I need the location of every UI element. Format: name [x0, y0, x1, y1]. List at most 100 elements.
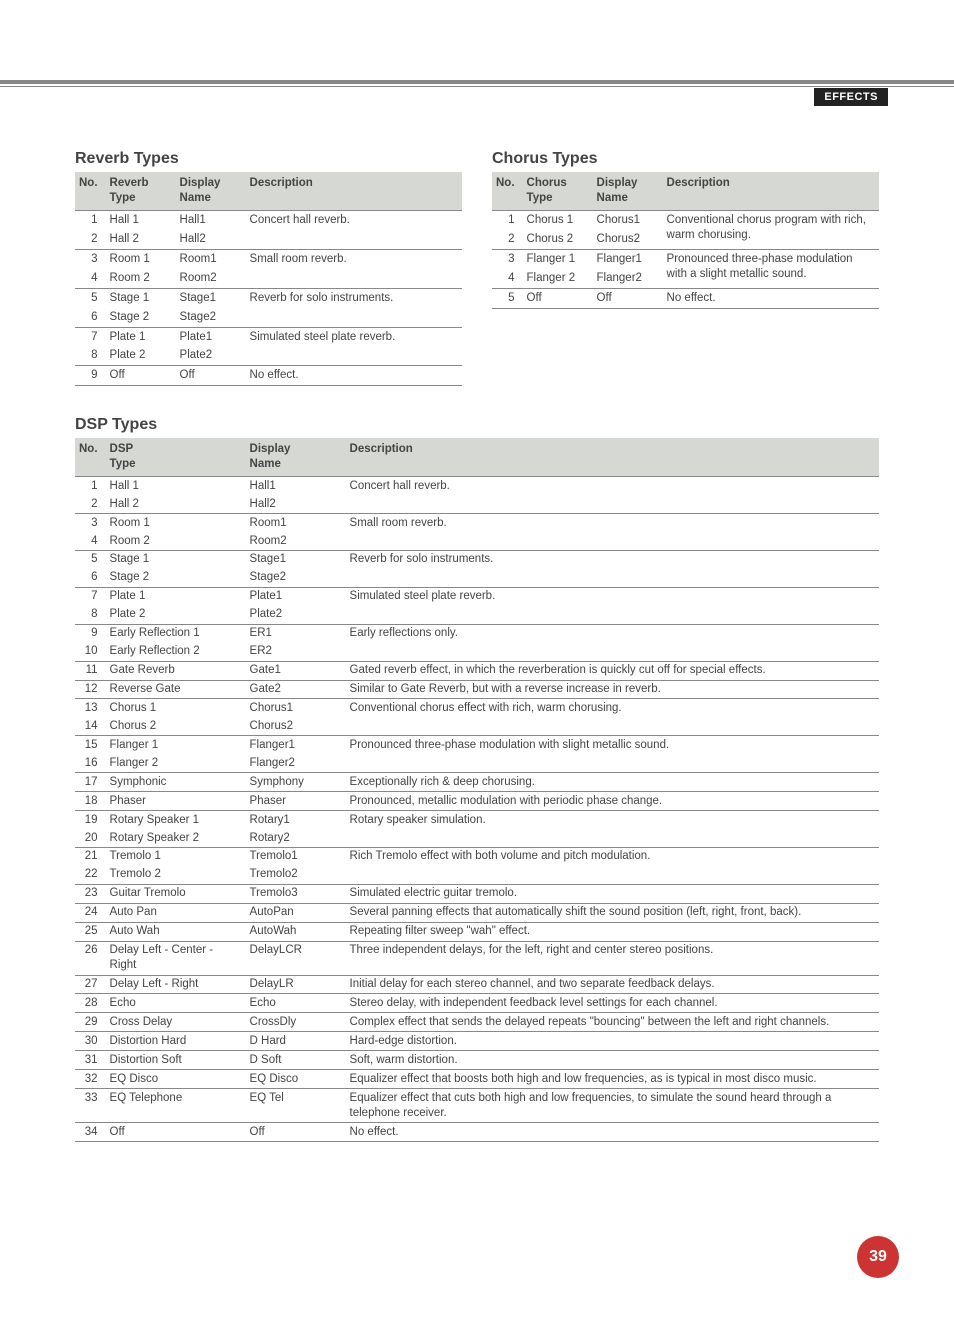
table-row: 19Rotary Speaker 1Rotary1Rotary speaker … [75, 811, 879, 829]
table-row: 12Reverse GateGate2Similar to Gate Rever… [75, 680, 879, 699]
cell-display: Echo [246, 994, 346, 1013]
cell-desc: Equalizer effect that boosts both high a… [346, 1070, 879, 1089]
dsp-table: No. DSP Type Display Name Description 1H… [75, 438, 879, 1142]
cell-no: 4 [492, 269, 523, 288]
cell-display: Off [176, 366, 246, 386]
cell-no: 7 [75, 587, 106, 605]
top-rule-inner [0, 86, 954, 87]
cell-no: 34 [75, 1123, 106, 1142]
cell-desc: Small room reverb. [346, 514, 879, 551]
cell-type: Cross Delay [106, 1013, 246, 1032]
cell-display: CrossDly [246, 1013, 346, 1032]
table-row: 5Stage 1Stage1Reverb for solo instrument… [75, 288, 462, 307]
cell-display: Hall1 [246, 477, 346, 495]
cell-no: 14 [75, 717, 106, 735]
cell-no: 23 [75, 884, 106, 903]
cell-type: Stage 1 [106, 288, 176, 307]
cell-display: EQ Disco [246, 1070, 346, 1089]
cell-no: 8 [75, 346, 106, 365]
cell-display: Stage1 [246, 550, 346, 568]
th-no: No. [75, 172, 106, 210]
cell-type: Stage 2 [106, 308, 176, 327]
cell-desc: Concert hall reverb. [246, 210, 462, 249]
cell-desc: Reverb for solo instruments. [246, 288, 462, 327]
cell-display: Chorus1 [593, 210, 663, 229]
cell-no: 9 [75, 624, 106, 642]
cell-display: Tremolo2 [246, 866, 346, 884]
reverb-table: No. Reverb Type Display Name Description… [75, 172, 462, 386]
cell-display: Flanger2 [593, 269, 663, 288]
cell-no: 17 [75, 773, 106, 792]
cell-no: 33 [75, 1089, 106, 1123]
th-type: Chorus Type [523, 172, 593, 210]
cell-type: Flanger 2 [523, 269, 593, 288]
cell-display: D Hard [246, 1032, 346, 1051]
table-row: 29Cross DelayCrossDlyComplex effect that… [75, 1013, 879, 1032]
cell-type: Delay Left - Center - Right [106, 941, 246, 975]
cell-no: 1 [492, 210, 523, 229]
cell-desc: Conventional chorus program with rich, w… [663, 210, 879, 249]
cell-type: Off [106, 366, 176, 386]
cell-no: 4 [75, 532, 106, 550]
cell-desc: Initial delay for each stereo channel, a… [346, 975, 879, 994]
cell-no: 13 [75, 699, 106, 717]
cell-no: 29 [75, 1013, 106, 1032]
cell-display: AutoPan [246, 903, 346, 922]
cell-no: 4 [75, 269, 106, 288]
cell-desc: No effect. [246, 366, 462, 386]
cell-display: EQ Tel [246, 1089, 346, 1123]
cell-display: Stage1 [176, 288, 246, 307]
dsp-title: DSP Types [75, 416, 879, 434]
chorus-title: Chorus Types [492, 150, 879, 168]
table-row: 9OffOffNo effect. [75, 366, 462, 386]
table-row: 23Guitar TremoloTremolo3Simulated electr… [75, 884, 879, 903]
cell-desc: Rotary speaker simulation. [346, 811, 879, 848]
top-rule-outer [0, 80, 954, 84]
cell-display: Stage2 [246, 569, 346, 587]
th-desc: Description [663, 172, 879, 210]
table-row: 1Hall 1Hall1Concert hall reverb. [75, 210, 462, 229]
cell-type: Flanger 2 [106, 754, 246, 772]
table-row: 7Plate 1Plate1Simulated steel plate reve… [75, 587, 879, 605]
table-row: 31Distortion SoftD SoftSoft, warm distor… [75, 1051, 879, 1070]
cell-type: Tremolo 1 [106, 847, 246, 865]
cell-type: Early Reflection 2 [106, 643, 246, 661]
cell-type: Chorus 1 [106, 699, 246, 717]
cell-type: Stage 1 [106, 550, 246, 568]
cell-display: Hall2 [176, 230, 246, 249]
cell-no: 11 [75, 661, 106, 680]
cell-desc: Pronounced three-phase modulation with s… [346, 736, 879, 773]
cell-no: 3 [75, 514, 106, 532]
cell-type: Room 1 [106, 514, 246, 532]
cell-no: 20 [75, 829, 106, 847]
cell-desc: Simulated steel plate reverb. [246, 327, 462, 366]
cell-display: Room2 [246, 532, 346, 550]
cell-no: 15 [75, 736, 106, 754]
cell-desc: Gated reverb effect, in which the reverb… [346, 661, 879, 680]
cell-no: 24 [75, 903, 106, 922]
reverb-title: Reverb Types [75, 150, 462, 168]
cell-type: EQ Disco [106, 1070, 246, 1089]
cell-type: Room 2 [106, 269, 176, 288]
cell-display: Plate1 [246, 587, 346, 605]
header-tag: EFFECTS [814, 88, 888, 106]
table-row: 13Chorus 1Chorus1Conventional chorus eff… [75, 699, 879, 717]
cell-type: Off [106, 1123, 246, 1142]
table-row: 11Gate ReverbGate1Gated reverb effect, i… [75, 661, 879, 680]
table-row: 3Room 1Room1Small room reverb. [75, 514, 879, 532]
cell-display: Phaser [246, 792, 346, 811]
cell-no: 21 [75, 847, 106, 865]
table-row: 3Room 1Room1Small room reverb. [75, 249, 462, 268]
cell-type: Plate 2 [106, 606, 246, 624]
cell-desc: Simulated electric guitar tremolo. [346, 884, 879, 903]
cell-display: Plate1 [176, 327, 246, 346]
cell-display: Chorus1 [246, 699, 346, 717]
table-header-row: No. Reverb Type Display Name Description [75, 172, 462, 210]
th-no: No. [75, 438, 106, 476]
cell-desc: Early reflections only. [346, 624, 879, 661]
cell-no: 10 [75, 643, 106, 661]
cell-no: 26 [75, 941, 106, 975]
cell-desc: No effect. [663, 288, 879, 308]
cell-no: 5 [75, 550, 106, 568]
table-header-row: No. Chorus Type Display Name Description [492, 172, 879, 210]
